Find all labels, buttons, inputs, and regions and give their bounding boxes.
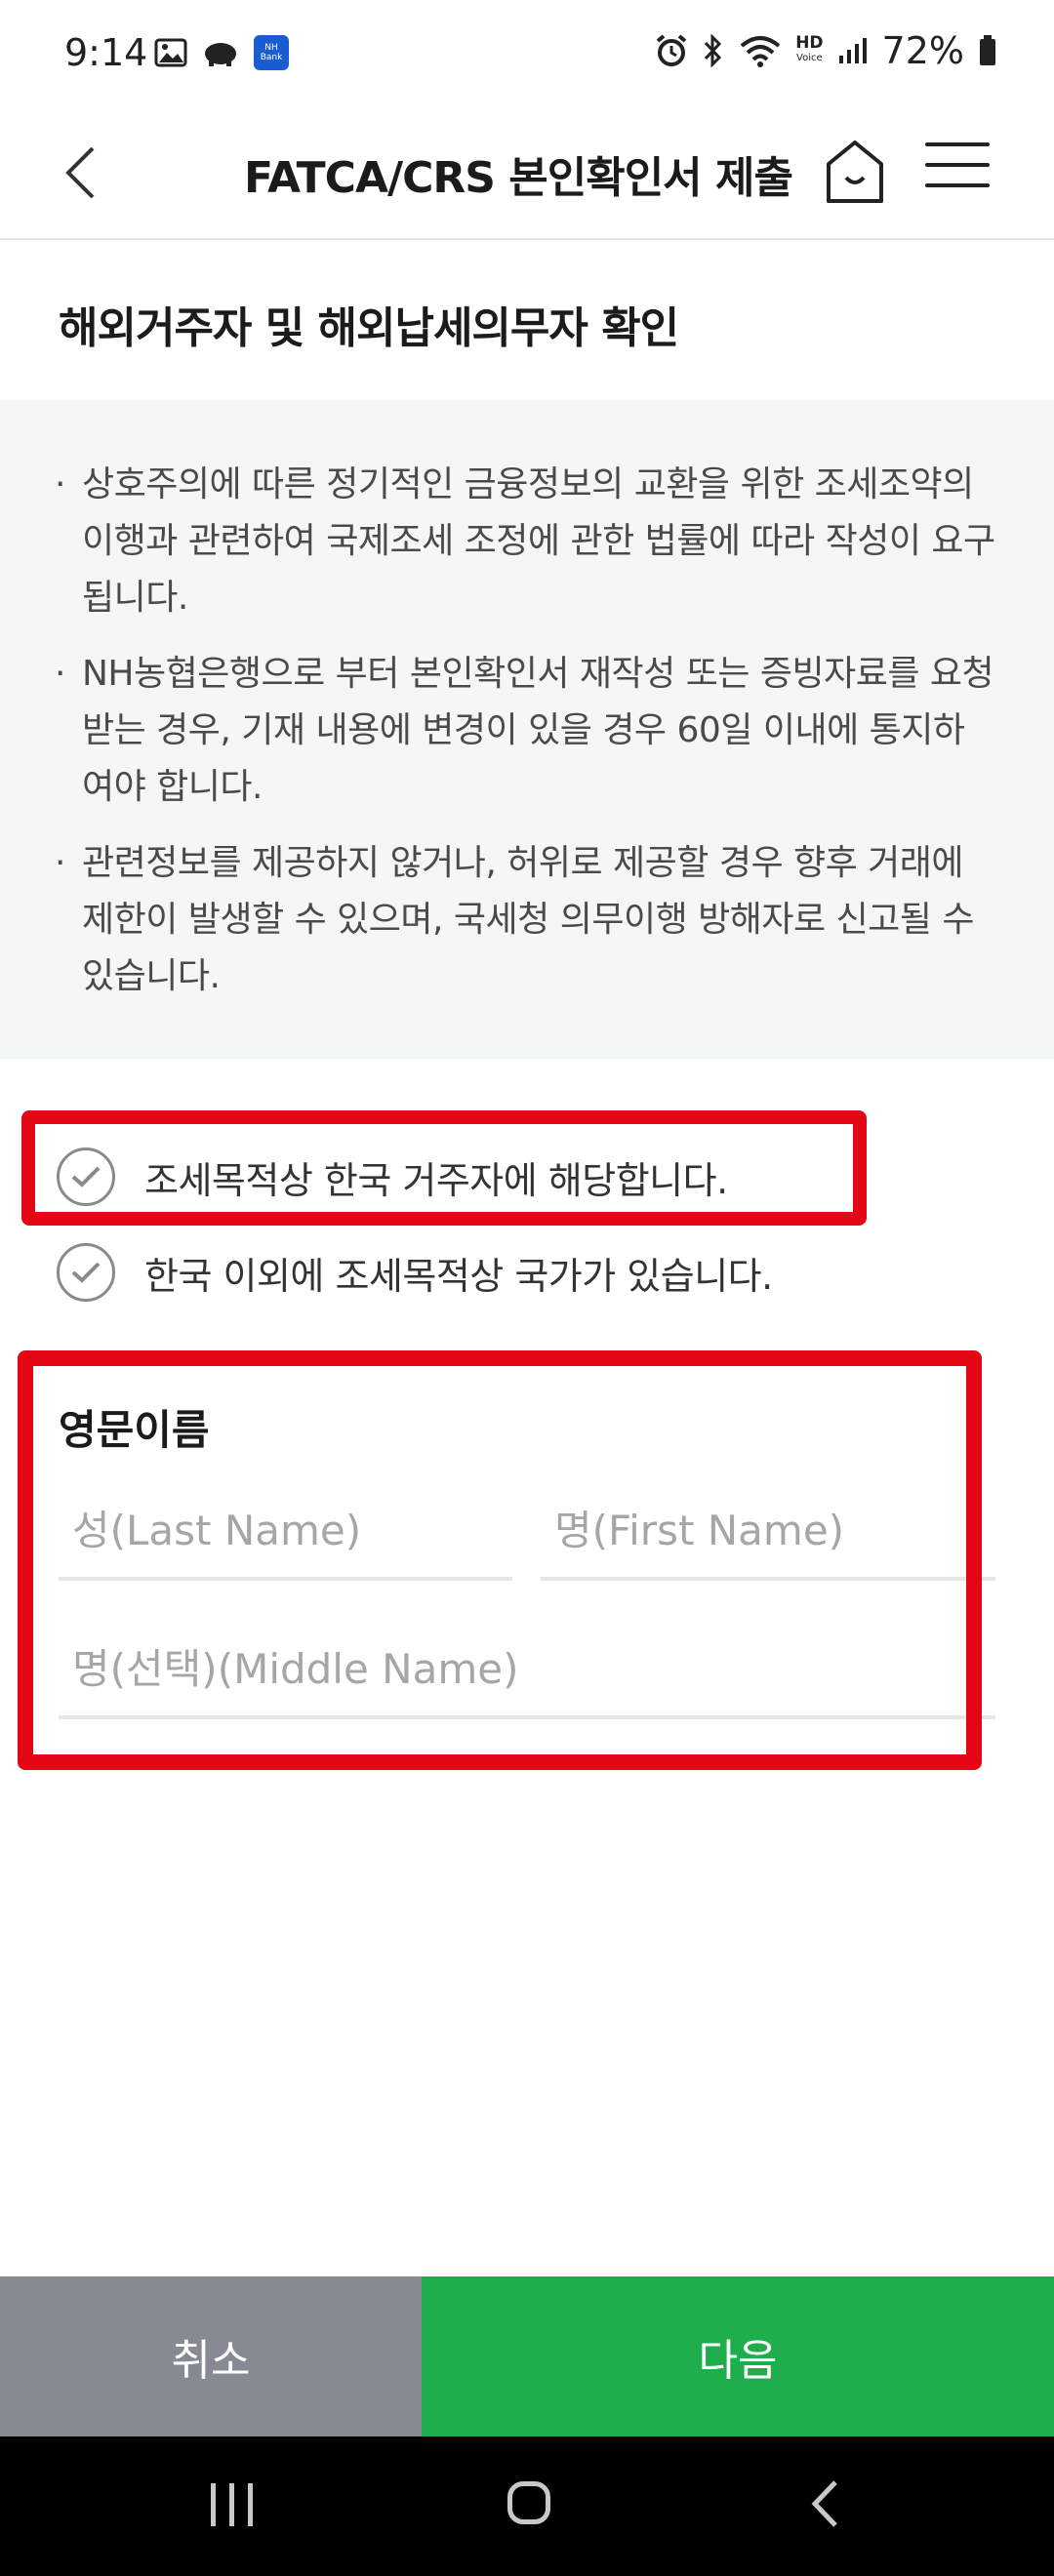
notice-item: · 상호주의에 따른 정기적인 금융정보의 교환을 위한 조세조약의 이행과 관련…: [53, 457, 995, 626]
menu-bar: [925, 183, 990, 187]
menu-bar: [925, 163, 990, 167]
system-status-icons: HD Voice 72%: [655, 29, 997, 72]
home-button[interactable]: [823, 135, 887, 209]
recent-apps-icon: [248, 2483, 253, 2526]
chevron-left-icon: [65, 146, 95, 199]
section-title: 해외거주자 및 해외납세의무자 확인: [59, 303, 679, 353]
menu-button[interactable]: [925, 142, 990, 201]
bullet: ·: [55, 654, 65, 694]
nh-bank-app-icon: NH Bank: [254, 35, 289, 70]
nh-badge-subtext: Bank: [260, 53, 283, 62]
option-other-tax-country[interactable]: 한국 이외에 조세목적상 국가가 있습니다.: [57, 1233, 773, 1311]
back-arrow-icon: [811, 2480, 837, 2527]
status-bar: 9:14 NH Bank HD Voice 72%: [0, 0, 1054, 109]
hd-voice-icon: HD Voice: [795, 33, 824, 65]
back-button[interactable]: [51, 139, 109, 207]
notice-text: NH농협은행으로 부터 본인확인서 재작성 또는 증빙자료를 요청받는 경우, …: [82, 654, 994, 807]
recent-apps-icon: [211, 2483, 216, 2526]
notice-box: · 상호주의에 따른 정기적인 금융정보의 교환을 위한 조세조약의 이행과 관련…: [0, 400, 1054, 1059]
system-back-button[interactable]: [810, 2479, 839, 2532]
notice-text: 상호주의에 따른 정기적인 금융정보의 교환을 위한 조세조약의 이행과 관련하…: [82, 464, 995, 618]
recent-apps-button[interactable]: [211, 2483, 253, 2526]
app-header: FATCA/CRS 본인확인서 제출: [0, 109, 1054, 240]
nh-badge-text: NH: [264, 43, 278, 53]
notice-item: · NH농협은행으로 부터 본인확인서 재작성 또는 증빙자료를 요청받는 경우,…: [53, 646, 995, 816]
status-time: 9:14: [64, 31, 148, 74]
next-button[interactable]: 다음: [422, 2276, 1054, 2436]
system-nav-bar: [0, 2436, 1054, 2576]
system-home-button[interactable]: [507, 2481, 550, 2524]
alarm-icon: [656, 34, 687, 66]
hd-label: HD: [795, 33, 824, 53]
signal-icon: [838, 38, 867, 63]
home-icon: [827, 141, 883, 203]
recent-apps-icon: [229, 2483, 234, 2526]
checkbox-other-tax-country[interactable]: [57, 1243, 115, 1302]
menu-bar: [925, 142, 990, 146]
battery-percent: 72%: [881, 29, 964, 72]
highlight-box: [21, 1110, 867, 1226]
voice-label: Voice: [796, 53, 823, 63]
highlight-box: [18, 1350, 982, 1770]
checkmark-icon: [71, 1262, 101, 1283]
bluetooth-icon: [705, 34, 722, 67]
bullet: ·: [55, 843, 65, 883]
bullet: ·: [55, 464, 65, 504]
battery-icon: [980, 35, 995, 65]
piggy-bank-icon: [205, 43, 236, 66]
notice-item: · 관련정보를 제공하지 않거나, 허위로 제공할 경우 향후 거래에 제한이 발…: [53, 835, 995, 1005]
option-label: 한국 이외에 조세목적상 국가가 있습니다.: [144, 1254, 773, 1298]
notice-text: 관련정보를 제공하지 않거나, 허위로 제공할 경우 향후 거래에 제한이 발생…: [82, 843, 975, 996]
notification-icons: NH Bank: [154, 35, 289, 70]
gallery-icon: [154, 38, 187, 67]
wifi-icon: [740, 36, 781, 67]
cancel-button[interactable]: 취소: [0, 2276, 422, 2436]
page-title: FATCA/CRS 본인확인서 제출: [244, 153, 793, 203]
